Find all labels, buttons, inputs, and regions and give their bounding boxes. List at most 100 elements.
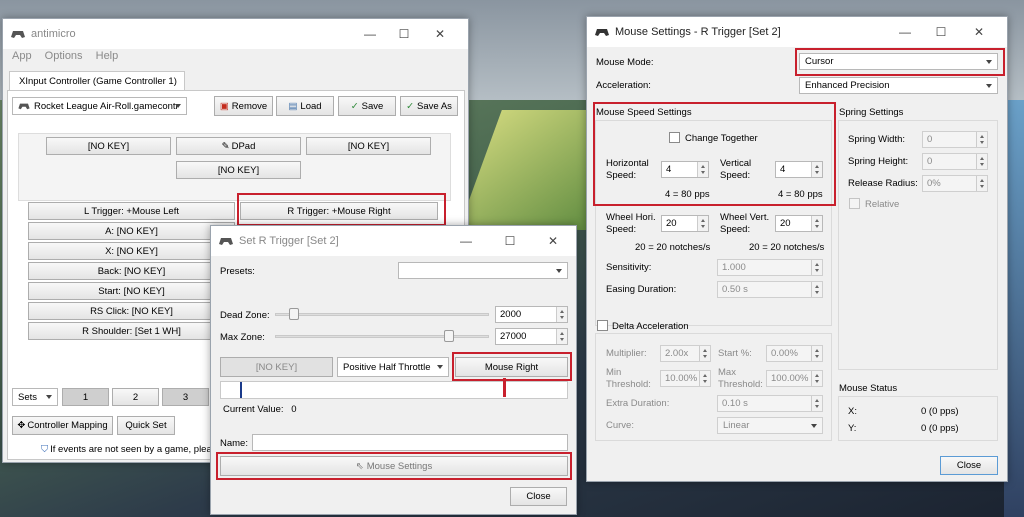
- set-2-button[interactable]: 2: [112, 388, 159, 406]
- set-1-button[interactable]: 1: [62, 388, 109, 406]
- easing-input[interactable]: 0.50 s: [717, 281, 823, 298]
- horizontal-speed-input[interactable]: 4: [661, 161, 709, 178]
- title-bar[interactable]: Mouse Settings - R Trigger [Set 2] — ☐ ✕: [587, 17, 1007, 47]
- min-threshold-label: Min Threshold:: [606, 367, 651, 390]
- mouse-right-highlight: [452, 352, 572, 381]
- presets-select[interactable]: [398, 262, 568, 279]
- mouse-mode-highlight: [795, 48, 1005, 76]
- close-icon[interactable]: ✕: [535, 226, 571, 256]
- dead-zone-input[interactable]: 2000: [495, 306, 568, 323]
- gamepad-icon: [18, 103, 30, 110]
- release-radius-input[interactable]: 0%: [922, 175, 988, 192]
- max-threshold-label: Max Threshold:: [718, 367, 763, 390]
- gamepad-icon: ✥: [17, 420, 26, 431]
- dead-zone-slider[interactable]: [275, 308, 489, 320]
- gamepad-icon: [595, 29, 609, 36]
- curve-select[interactable]: Linear: [717, 417, 823, 434]
- center-button[interactable]: [NO KEY]: [176, 161, 301, 179]
- delta-acceleration-checkbox[interactable]: [597, 320, 608, 331]
- dead-zone-label: Dead Zone:: [220, 310, 270, 321]
- spring-width-label: Spring Width:: [848, 134, 906, 145]
- remove-button[interactable]: ▣ Remove: [214, 96, 273, 116]
- max-threshold-input[interactable]: 100.00%: [766, 370, 823, 387]
- close-button[interactable]: Close: [510, 487, 567, 506]
- name-label: Name:: [220, 438, 248, 449]
- multiplier-input[interactable]: 2.00x: [660, 345, 711, 362]
- multiplier-label: Multiplier:: [606, 348, 647, 359]
- trigger-marker: [503, 378, 506, 397]
- no-key-button[interactable]: [NO KEY]: [220, 357, 333, 377]
- dpad-button[interactable]: ✎ DPad: [176, 137, 301, 155]
- close-icon[interactable]: ✕: [422, 19, 458, 49]
- load-button[interactable]: ▤ Load: [276, 96, 334, 116]
- horizontal-pps: 4 = 80 pps: [665, 189, 710, 200]
- profile-select[interactable]: Rocket League Air-Roll.gamecontr: [12, 97, 187, 115]
- top-right-button[interactable]: [NO KEY]: [306, 137, 431, 155]
- acceleration-select[interactable]: Enhanced Precision: [799, 77, 998, 94]
- max-zone-input[interactable]: 27000: [495, 328, 568, 345]
- y-value: 0 (0 pps): [921, 423, 959, 434]
- x-label: X:: [848, 406, 857, 417]
- a-button[interactable]: A: [NO KEY]: [28, 222, 235, 240]
- title-bar[interactable]: antimicro — ☐ ✕: [3, 19, 468, 49]
- r-shoulder-button[interactable]: R Shoulder: [Set 1 WH]: [28, 322, 235, 340]
- back-button[interactable]: Back: [NO KEY]: [28, 262, 235, 280]
- dpad-up-button[interactable]: [NO KEY]: [46, 137, 171, 155]
- minimize-icon[interactable]: —: [887, 17, 923, 47]
- l-trigger-button[interactable]: L Trigger: +Mouse Left: [28, 202, 235, 220]
- min-threshold-input[interactable]: 10.00%: [660, 370, 711, 387]
- minimize-icon[interactable]: —: [352, 19, 388, 49]
- max-zone-slider-thumb[interactable]: [444, 330, 454, 342]
- mouse-settings-window: Mouse Settings - R Trigger [Set 2] — ☐ ✕…: [586, 16, 1008, 482]
- wheel-h-input[interactable]: 20: [661, 215, 709, 232]
- menu-app[interactable]: App: [12, 50, 32, 62]
- vertical-pps: 4 = 80 pps: [778, 189, 823, 200]
- save-as-button[interactable]: ✓ Save As: [400, 96, 458, 116]
- change-together-checkbox[interactable]: [669, 132, 680, 143]
- maximize-icon[interactable]: ☐: [923, 17, 959, 47]
- menu-help[interactable]: Help: [96, 50, 119, 62]
- spring-height-input[interactable]: 0: [922, 153, 988, 170]
- remove-icon: ▣: [219, 100, 229, 112]
- controller-mapping-button[interactable]: ✥ Controller Mapping: [12, 416, 113, 435]
- spring-settings-title: Spring Settings: [839, 107, 904, 118]
- throttle-select[interactable]: Positive Half Throttle: [337, 357, 449, 377]
- change-together-label: Change Together: [685, 133, 758, 144]
- sensitivity-input[interactable]: 1.000: [717, 259, 823, 276]
- spring-width-input[interactable]: 0: [922, 131, 988, 148]
- sets-select[interactable]: Sets: [12, 388, 58, 406]
- set-3-button[interactable]: 3: [162, 388, 209, 406]
- start-input[interactable]: 0.00%: [766, 345, 823, 362]
- quick-set-button[interactable]: Quick Set: [117, 416, 175, 435]
- window-title: Set R Trigger [Set 2]: [239, 235, 339, 247]
- dpad-icon: ✎: [221, 140, 230, 152]
- vertical-speed-input[interactable]: 4: [775, 161, 823, 178]
- vertical-speed-label: Vertical Speed:: [720, 158, 752, 181]
- tab-controller[interactable]: XInput Controller (Game Controller 1): [9, 71, 185, 91]
- wheel-h-label: Wheel Hori. Speed:: [606, 212, 656, 235]
- start-button[interactable]: Start: [NO KEY]: [28, 282, 235, 300]
- y-label: Y:: [848, 423, 857, 434]
- save-button[interactable]: ✓ Save: [338, 96, 396, 116]
- menu-options[interactable]: Options: [45, 50, 83, 62]
- extra-duration-input[interactable]: 0.10 s: [717, 395, 823, 412]
- max-zone-slider[interactable]: [275, 330, 489, 342]
- x-button[interactable]: X: [NO KEY]: [28, 242, 235, 260]
- name-input[interactable]: [252, 434, 568, 451]
- dead-zone-slider-thumb[interactable]: [289, 308, 299, 320]
- maximize-icon[interactable]: ☐: [492, 226, 528, 256]
- rs-click-button[interactable]: RS Click: [NO KEY]: [28, 302, 235, 320]
- wheel-v-note: 20 = 20 notches/s: [749, 242, 825, 253]
- maximize-icon[interactable]: ☐: [386, 19, 422, 49]
- close-button[interactable]: Close: [940, 456, 998, 475]
- r-trigger-highlight: [237, 193, 446, 226]
- gamepad-icon: [219, 238, 233, 245]
- mouse-settings-highlight: [216, 452, 572, 480]
- close-icon[interactable]: ✕: [961, 17, 997, 47]
- minimize-icon[interactable]: —: [448, 226, 484, 256]
- title-bar[interactable]: Set R Trigger [Set 2] — ☐ ✕: [211, 226, 576, 256]
- relative-label: Relative: [865, 199, 900, 210]
- gamepad-icon: [11, 31, 25, 38]
- wheel-v-input[interactable]: 20: [775, 215, 823, 232]
- relative-checkbox[interactable]: [849, 198, 860, 209]
